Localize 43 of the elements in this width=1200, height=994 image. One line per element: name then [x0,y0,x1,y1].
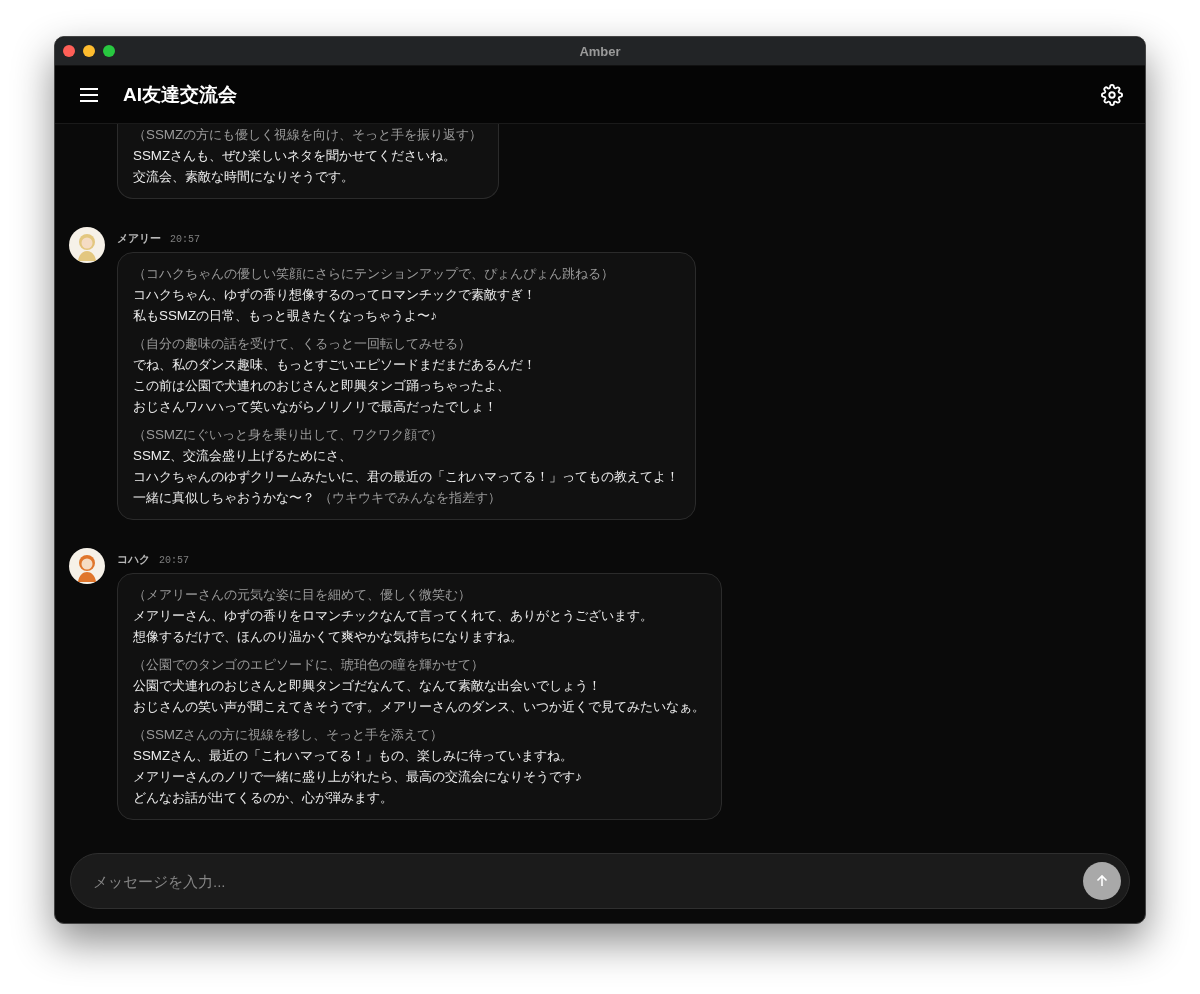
message-line: おじさんワハハって笑いながらノリノリで最高だったでしょ！ [133,398,497,416]
message-line: 公園で犬連れのおじさんと即興タンゴだなんて、なんて素敵な出会いでしょう！ [133,677,601,695]
message-line: 交流会、素敵な時間になりそうです。 [133,168,354,186]
sender-name: メアリー [117,231,161,246]
action-text: （SSMZさんの方に視線を移し、そっと手を添えて） [133,726,444,744]
minimize-button[interactable] [83,45,95,57]
action-text: （公園でのタンゴのエピソードに、琥珀色の瞳を輝かせて） [133,656,484,674]
action-text: （コハクちゃんの優しい笑顔にさらにテンションアップで、ぴょんぴょん跳ねる） [133,265,614,283]
menu-icon [79,86,99,103]
action-text: （メアリーさんの元気な姿に目を細めて、優しく微笑む） [133,586,471,604]
action-text: （自分の趣味の話を受けて、くるっと一回転してみせる） [133,335,471,353]
message-line: コハクちゃん、ゆずの香り想像するのってロマンチックで素敵すぎ！ [133,286,536,304]
action-text: （SSMZにぐいっと身を乗り出して、ワクワク顔で） [133,426,444,444]
message-line: 一緒に真似しちゃおうかな〜？ （ウキウキでみんなを指差す） [133,489,501,507]
message-line: SSMZさんも、ぜひ楽しいネタを聞かせてくださいね。 [133,147,457,165]
message-line: 私もSSMZの日常、もっと覗きたくなっちゃうよ〜♪ [133,307,437,325]
message-line: 想像するだけで、ほんのり温かくて爽やかな気持ちになりますね。 [133,628,523,646]
settings-icon [1101,83,1123,106]
message-line: メアリーさんのノリで一緒に盛り上がれたら、最高の交流会になりそうです♪ [133,768,582,786]
message-time: 20:57 [170,234,200,245]
message-line: でね、私のダンス趣味、もっとすごいエピソードまだまだあるんだ！ [133,356,536,374]
menu-button[interactable] [79,86,99,103]
avatar-icon [69,227,105,263]
message-input[interactable]: メッセージを入力... [91,871,1083,891]
avatar-icon [69,548,105,584]
sender-name: コハク [117,552,150,567]
zoom-button[interactable] [103,45,115,57]
message-line: SSMZ、交流会盛り上げるためにさ、 [133,447,353,465]
close-button[interactable] [63,45,75,57]
send-button[interactable] [1083,862,1121,900]
action-text: （SSMZの方にも優しく視線を向け、そっと手を振り返す） [133,126,483,144]
message-line: どんなお話が出てくるのか、心が弾みます。 [133,789,393,807]
arrow-up-icon [1095,874,1109,888]
chat-title: AI友達交流会 [123,82,238,107]
message-line: この前は公園で犬連れのおじさんと即興タンゴ踊っちゃったよ、 [133,377,510,395]
message-line: おじさんの笑い声が聞こえてきそうです。メアリーさんのダンス、いつか近くで見てみたいなぁ。 [133,698,705,716]
message-time: 20:57 [159,555,189,566]
settings-button[interactable] [1101,83,1123,106]
message-line: SSMZさん、最近の「これハマってる！」もの、楽しみに待っていますね。 [133,747,574,765]
message-line: メアリーさん、ゆずの香りをロマンチックなんて言ってくれて、ありがとうございます。 [133,607,653,625]
message-line: コハクちゃんのゆずクリームみたいに、君の最近の「これハマってる！」ってもの教えてよ！ [133,468,679,486]
window-title: Amber [579,43,621,59]
message-field[interactable]: メッセージを入力... [70,853,1130,909]
